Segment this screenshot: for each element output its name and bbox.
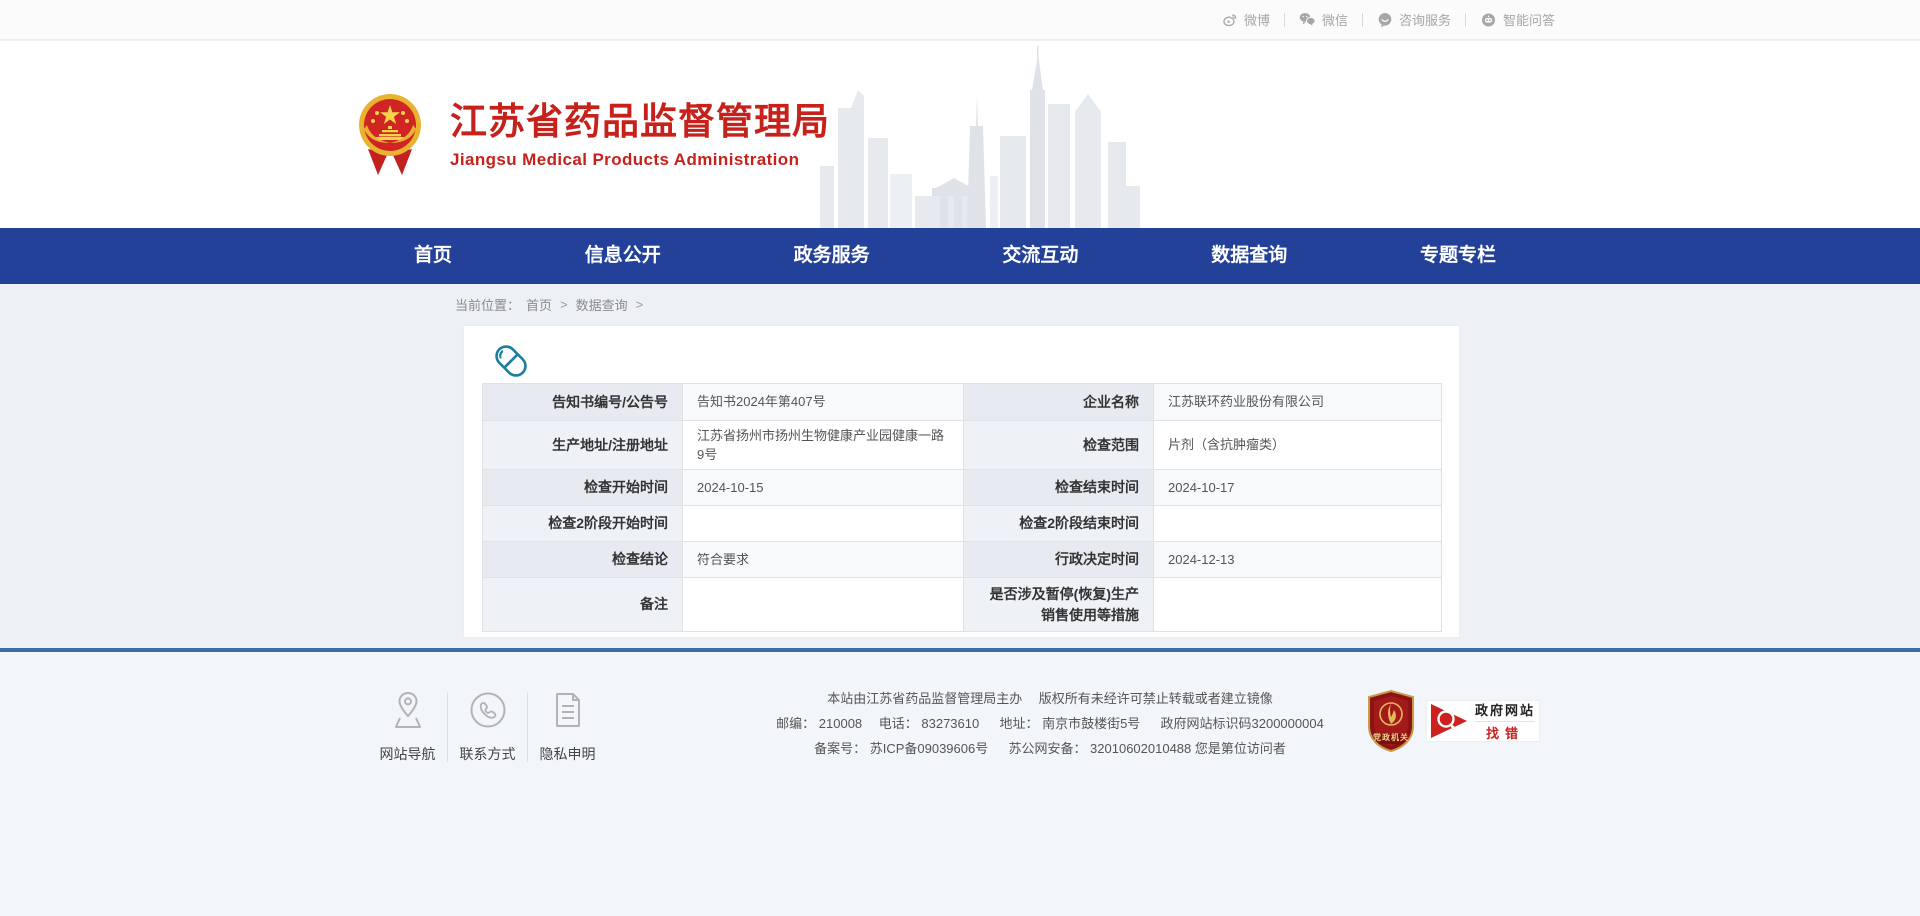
breadcrumb: 当前位置： 首页 > 数据查询 > [455, 284, 645, 324]
footer-text: 本站由江苏省药品监督管理局主办 版权所有未经许可禁止转载或者建立镜像 邮编： 2… [770, 686, 1330, 761]
topbar-separator [1465, 13, 1466, 27]
site-logo[interactable]: 江苏省药品监督管理局 Jiangsu Medical Products Admi… [358, 91, 830, 179]
topbar-link-label: 微信 [1322, 10, 1348, 29]
footer-link-label: 网站导航 [380, 744, 436, 764]
row-label: 企业名称 [964, 384, 1154, 421]
row-value: 符合要求 [683, 542, 964, 578]
footer-link-contact[interactable]: 联系方式 [448, 690, 527, 764]
row-value: 2024-10-15 [683, 470, 964, 506]
topbar: 微博 微信 咨询服务 智能问答 [0, 0, 1920, 40]
topbar-separator [1362, 13, 1363, 27]
wechat-icon [1299, 12, 1316, 27]
detail-card: 告知书编号/公告号 告知书2024年第407号 企业名称 江苏联环药业股份有限公… [463, 325, 1460, 638]
nav-item-interaction[interactable]: 交流互动 [988, 228, 1092, 284]
row-value: 江苏联环药业股份有限公司 [1154, 384, 1442, 421]
breadcrumb-prefix: 当前位置： [455, 295, 520, 314]
table-row: 生产地址/注册地址 江苏省扬州市扬州生物健康产业园健康一路9号 检查范围 片剂（… [483, 421, 1442, 470]
footer-line-icp: 备案号： 苏ICP备09039606号 苏公网安备： 3201060201048… [770, 736, 1330, 761]
logo-text: 江苏省药品监督管理局 Jiangsu Medical Products Admi… [450, 100, 830, 170]
row-value [1154, 506, 1442, 542]
breadcrumb-separator: > [636, 297, 644, 312]
topbar-link-qa[interactable]: 智能问答 [1480, 10, 1555, 29]
breadcrumb-data-query[interactable]: 数据查询 [576, 295, 628, 314]
table-row: 检查2阶段开始时间 检查2阶段结束时间 [483, 506, 1442, 542]
page: 微博 微信 咨询服务 智能问答 [0, 0, 1920, 916]
footer-badges: 党政机关 政府网站 找错 [1368, 690, 1540, 752]
row-label: 检查2阶段开始时间 [483, 506, 683, 542]
table-row: 备注 是否涉及暂停(恢复)生产销售使用等措施 [483, 578, 1442, 632]
table-row: 检查结论 符合要求 行政决定时间 2024-12-13 [483, 542, 1442, 578]
table-row: 检查开始时间 2024-10-15 检查结束时间 2024-10-17 [483, 470, 1442, 506]
footer-link-label: 隐私申明 [540, 744, 596, 764]
topbar-link-label: 智能问答 [1503, 10, 1555, 29]
row-value [683, 578, 964, 632]
topbar-link-consult[interactable]: 咨询服务 [1377, 10, 1451, 29]
site-title: 江苏省药品监督管理局 [450, 100, 830, 144]
document-icon [550, 690, 586, 744]
map-pin-icon [390, 690, 426, 744]
site-error-report-text: 政府网站 找错 [1471, 700, 1539, 742]
footer-line-copyright: 本站由江苏省药品监督管理局主办 版权所有未经许可禁止转载或者建立镜像 [770, 686, 1330, 711]
row-label: 检查2阶段结束时间 [964, 506, 1154, 542]
robot-icon [1480, 12, 1497, 28]
row-label: 是否涉及暂停(恢复)生产销售使用等措施 [964, 578, 1154, 632]
nav-item-data-query[interactable]: 数据查询 [1197, 228, 1301, 284]
row-value: 片剂（含抗肿瘤类） [1154, 421, 1442, 470]
main-nav-items: 首页 信息公开 政务服务 交流互动 数据查询 专题专栏 [400, 228, 1510, 284]
nav-item-info-disclosure[interactable]: 信息公开 [571, 228, 675, 284]
topbar-link-wechat[interactable]: 微信 [1299, 10, 1348, 29]
site-subtitle: Jiangsu Medical Products Administration [450, 150, 830, 170]
weibo-icon [1222, 12, 1238, 28]
phone-icon [468, 690, 508, 744]
row-value: 2024-10-17 [1154, 470, 1442, 506]
footer-link-sitemap[interactable]: 网站导航 [368, 690, 447, 764]
national-emblem-icon [358, 91, 422, 179]
footer-link-label: 联系方式 [460, 744, 516, 764]
topbar-link-label: 微博 [1244, 10, 1270, 29]
gov-site-label: 政府网站 [1471, 700, 1539, 719]
breadcrumb-home[interactable]: 首页 [526, 295, 552, 314]
footer-links: 网站导航 联系方式 隐私申明 [368, 690, 607, 764]
row-value [1154, 578, 1442, 632]
footer-link-privacy[interactable]: 隐私申明 [528, 690, 607, 764]
capsule-icon [492, 342, 530, 380]
main-nav: 首页 信息公开 政务服务 交流互动 数据查询 专题专栏 [0, 228, 1920, 284]
row-label: 检查结束时间 [964, 470, 1154, 506]
row-label: 备注 [483, 578, 683, 632]
topbar-link-weibo[interactable]: 微博 [1222, 10, 1270, 29]
row-label: 生产地址/注册地址 [483, 421, 683, 470]
party-gov-badge-label: 党政机关 [1368, 732, 1414, 743]
row-label: 检查结论 [483, 542, 683, 578]
row-value: 江苏省扬州市扬州生物健康产业园健康一路9号 [683, 421, 964, 470]
row-label: 告知书编号/公告号 [483, 384, 683, 421]
row-value [683, 506, 964, 542]
footer-line-contact: 邮编： 210008 电话： 83273610 地址： 南京市鼓楼街5号 政府网… [770, 711, 1330, 736]
site-header: 江苏省药品监督管理局 Jiangsu Medical Products Admi… [0, 41, 1920, 228]
inspection-detail-table: 告知书编号/公告号 告知书2024年第407号 企业名称 江苏联环药业股份有限公… [482, 383, 1442, 632]
row-label: 行政决定时间 [964, 542, 1154, 578]
breadcrumb-separator: > [560, 297, 568, 312]
magnifier-flag-icon [1427, 700, 1471, 742]
footer: 网站导航 联系方式 隐私申明 本站由江苏省药品监督管理局主办 版权所有未经许可禁… [0, 652, 1920, 916]
row-value: 告知书2024年第407号 [683, 384, 964, 421]
topbar-separator [1284, 13, 1285, 27]
row-value: 2024-12-13 [1154, 542, 1442, 578]
table-row: 告知书编号/公告号 告知书2024年第407号 企业名称 江苏联环药业股份有限公… [483, 384, 1442, 421]
nav-item-special-topics[interactable]: 专题专栏 [1406, 228, 1510, 284]
chat-bubble-icon [1377, 12, 1393, 28]
site-error-report-badge[interactable]: 政府网站 找错 [1426, 700, 1540, 742]
party-gov-badge[interactable]: 党政机关 [1368, 690, 1414, 752]
nav-item-gov-services[interactable]: 政务服务 [780, 228, 884, 284]
city-skyline-illustration [820, 46, 1140, 228]
nav-item-home[interactable]: 首页 [400, 228, 466, 284]
row-label: 检查开始时间 [483, 470, 683, 506]
find-error-label: 找错 [1475, 721, 1535, 742]
topbar-link-label: 咨询服务 [1399, 10, 1451, 29]
row-label: 检查范围 [964, 421, 1154, 470]
